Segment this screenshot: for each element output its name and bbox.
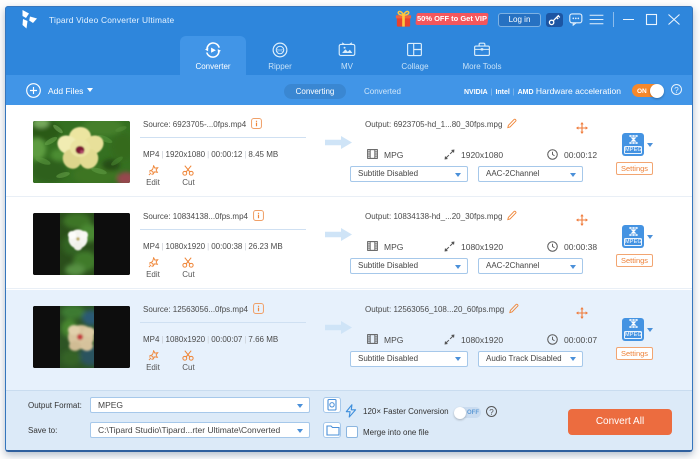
svg-text:DVD: DVD [277, 48, 285, 52]
